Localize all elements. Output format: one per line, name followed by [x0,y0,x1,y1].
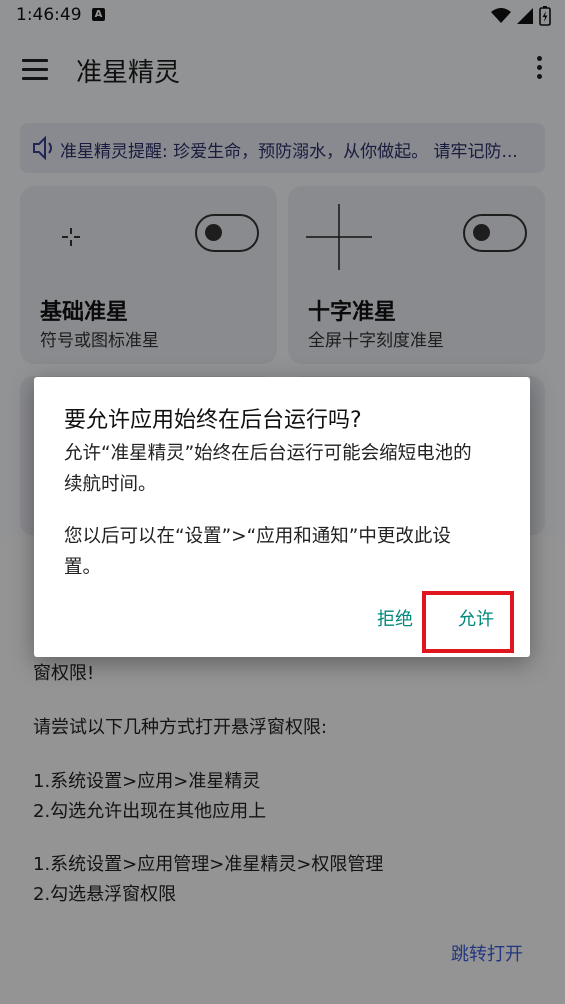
deny-button[interactable]: 拒绝 [377,605,413,631]
dialog-message-line: 置。 [64,557,102,578]
dialog-message-line: 您以后可以在“设置”>“应用和通知”中更改此设 [64,526,451,547]
dialog-message-line: 续航时间。 [64,474,157,495]
allow-button-highlight [422,591,514,653]
dialog-message-line: 允许“准星精灵”始终在后台运行可能会缩短电池的 [64,443,472,464]
dialog-title: 要允许应用始终在后台运行吗? [64,408,362,433]
